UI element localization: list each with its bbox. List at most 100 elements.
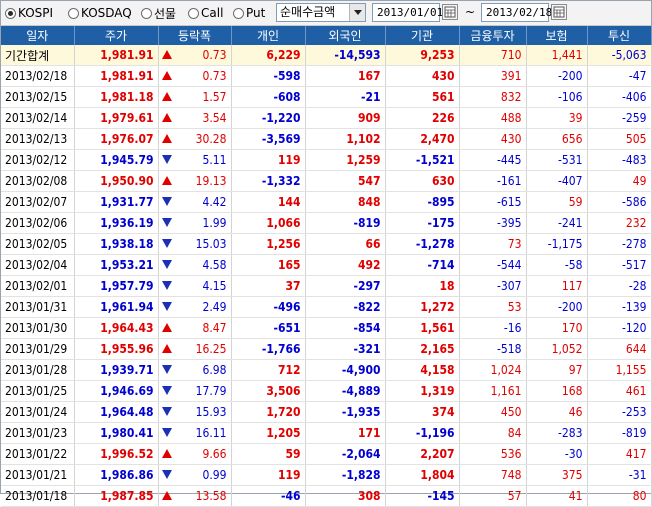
cell-individual: -496: [231, 296, 306, 318]
table-row[interactable]: 2013/02/08 1,950.90 19.13 -1,332 547 630 -161-…: [1, 170, 652, 192]
table-row[interactable]: 2013/01/25 1,946.69 17.79 3,506 -4,889 1,319 1…: [1, 380, 652, 402]
cell-change: 6.98: [158, 359, 232, 381]
cell-change: 5.11: [158, 149, 232, 171]
calendar-icon[interactable]: [551, 4, 567, 20]
table-row[interactable]: 2013/02/05 1,938.18 15.03 1,256 66 -1,278 73 -1…: [1, 233, 652, 255]
cell-investment-trust: 505: [587, 128, 652, 150]
cell-financial-investment: 57: [459, 485, 527, 507]
cell-change: 9.66: [158, 443, 232, 465]
table-row-total[interactable]: 기간합계 1,981.91 0.73 6,229 -14,593 9,253 710 1,44…: [1, 45, 652, 66]
cell-individual: 165: [231, 254, 306, 276]
table-row[interactable]: 2013/02/04 1,953.21 4.58 165 492 -714 -544 -58-…: [1, 254, 652, 276]
table-row[interactable]: 2013/01/18 1,987.85 13.58 -46 308 -145 57 41 80: [1, 485, 652, 507]
cell-individual: 119: [231, 149, 306, 171]
change-value: 30.28: [195, 132, 227, 146]
start-date-input[interactable]: 2013/01/01: [372, 3, 443, 22]
change-value: 13.58: [195, 489, 227, 503]
down-triangle-icon: [161, 428, 172, 437]
cell-insurance: 46: [526, 401, 588, 423]
calendar-icon[interactable]: [442, 4, 458, 20]
down-triangle-icon: [161, 302, 172, 311]
cell-institution: 2,165: [385, 338, 460, 360]
radio-put[interactable]: Put: [233, 5, 265, 21]
cell-financial-investment: -615: [459, 191, 527, 213]
change-value: 0.99: [202, 468, 227, 482]
radio-kospi[interactable]: KOSPI: [5, 5, 53, 21]
column-header-foreign[interactable]: 외국인: [305, 26, 386, 45]
cell-institution: -895: [385, 191, 460, 213]
table-row[interactable]: 2013/01/24 1,964.48 15.93 1,720 -1,935 374 450…: [1, 401, 652, 423]
cell-foreign: -819: [305, 212, 386, 234]
cell-investment-trust: 232: [587, 212, 652, 234]
cell-foreign: -2,064: [305, 443, 386, 465]
cell-financial-investment: -544: [459, 254, 527, 276]
table-row[interactable]: 2013/02/18 1,981.91 0.73 -598 167 430 391 -200-…: [1, 65, 652, 87]
cell-date: 2013/02/01: [1, 275, 75, 297]
down-triangle-icon: [161, 281, 172, 290]
cell-individual: 1,205: [231, 422, 306, 444]
table-row[interactable]: 2013/02/01 1,957.79 4.15 37 -297 18 -307 117 -28: [1, 275, 652, 297]
cell-insurance: 168: [526, 380, 588, 402]
up-triangle-icon: [161, 176, 172, 185]
table-row[interactable]: 2013/02/14 1,979.61 3.54 -1,220 909 226 488 39-…: [1, 107, 652, 129]
radio-call[interactable]: Call: [188, 5, 223, 21]
up-triangle-icon: [161, 134, 172, 143]
cell-foreign: 492: [305, 254, 386, 276]
cell-foreign: -14,593: [305, 45, 386, 66]
radio-kosdaq[interactable]: KOSDAQ: [68, 5, 132, 21]
column-header-institution[interactable]: 기관: [385, 26, 460, 45]
table-row[interactable]: 2013/02/06 1,936.19 1.99 1,066 -819 -175 -395-…: [1, 212, 652, 234]
radio-unselected-icon: [141, 7, 152, 19]
cell-change: 13.58: [158, 485, 232, 507]
table-row[interactable]: 2013/02/12 1,945.79 5.11 119 1,259 -1,521 -445…: [1, 149, 652, 171]
table-row[interactable]: 2013/01/29 1,955.96 16.25 -1,766 -321 2,165 -5…: [1, 338, 652, 360]
table-row[interactable]: 2013/02/15 1,981.18 1.57 -608 -21 561 832 -106-…: [1, 86, 652, 108]
table-row[interactable]: 2013/01/23 1,980.41 16.11 1,205 171 -1,196 84-…: [1, 422, 652, 444]
cell-financial-investment: -445: [459, 149, 527, 171]
cell-price: 1,950.90: [74, 170, 159, 192]
cell-change: 0.99: [158, 464, 232, 486]
column-header-insurance[interactable]: 보험: [526, 26, 588, 45]
change-value: 2.49: [202, 300, 227, 314]
change-value: 15.93: [195, 405, 227, 419]
view-type-select[interactable]: 순매수금액: [276, 3, 366, 22]
radio-label: Call: [201, 6, 224, 20]
column-header-investment-trust[interactable]: 투신: [587, 26, 652, 45]
cell-foreign: -21: [305, 86, 386, 108]
cell-change: 15.93: [158, 401, 232, 423]
cell-investment-trust: -483: [587, 149, 652, 171]
column-header-financial-investment[interactable]: 금융투자: [459, 26, 527, 45]
table-row[interactable]: 2013/01/30 1,964.43 8.47 -651 -854 1,561 -16 17…: [1, 317, 652, 339]
radio-futures[interactable]: 선물: [141, 5, 176, 21]
table-row[interactable]: 2013/02/07 1,931.77 4.42 144 848 -895 -615 59 -5…: [1, 191, 652, 213]
cell-financial-investment: 73: [459, 233, 527, 255]
table-row[interactable]: 2013/01/28 1,939.71 6.98 712 -4,900 4,158 1,02…: [1, 359, 652, 381]
table-row[interactable]: 2013/01/22 1,996.52 9.66 59 -2,064 2,207 536 -3…: [1, 443, 652, 465]
column-header-date[interactable]: 일자: [1, 26, 75, 45]
cell-foreign: 167: [305, 65, 386, 87]
change-value: 17.79: [195, 384, 227, 398]
up-triangle-icon: [161, 92, 172, 101]
cell-change: 1.57: [158, 86, 232, 108]
cell-foreign: 66: [305, 233, 386, 255]
cell-institution: 1,319: [385, 380, 460, 402]
column-header-change[interactable]: 등락폭: [158, 26, 232, 45]
table-row[interactable]: 2013/01/31 1,961.94 2.49 -496 -822 1,272 53 -20…: [1, 296, 652, 318]
table-row[interactable]: 2013/01/21 1,986.86 0.99 119 -1,828 1,804 748 3…: [1, 464, 652, 486]
cell-date: 2013/01/21: [1, 464, 75, 486]
column-header-price[interactable]: 주가: [74, 26, 159, 45]
change-value: 0.73: [202, 48, 227, 62]
dropdown-arrow-icon[interactable]: [349, 4, 365, 21]
column-header-individual[interactable]: 개인: [231, 26, 306, 45]
end-date-input[interactable]: 2013/02/18: [481, 3, 552, 22]
cell-insurance: 117: [526, 275, 588, 297]
cell-institution: -1,196: [385, 422, 460, 444]
date-range-separator: ~: [465, 5, 476, 19]
change-value: 15.03: [195, 237, 227, 251]
cell-insurance: 375: [526, 464, 588, 486]
cell-foreign: -1,828: [305, 464, 386, 486]
table-row[interactable]: 2013/02/13 1,976.07 30.28 -3,569 1,102 2,470 4…: [1, 128, 652, 150]
cell-financial-investment: 488: [459, 107, 527, 129]
cell-foreign: 171: [305, 422, 386, 444]
cell-insurance: -283: [526, 422, 588, 444]
